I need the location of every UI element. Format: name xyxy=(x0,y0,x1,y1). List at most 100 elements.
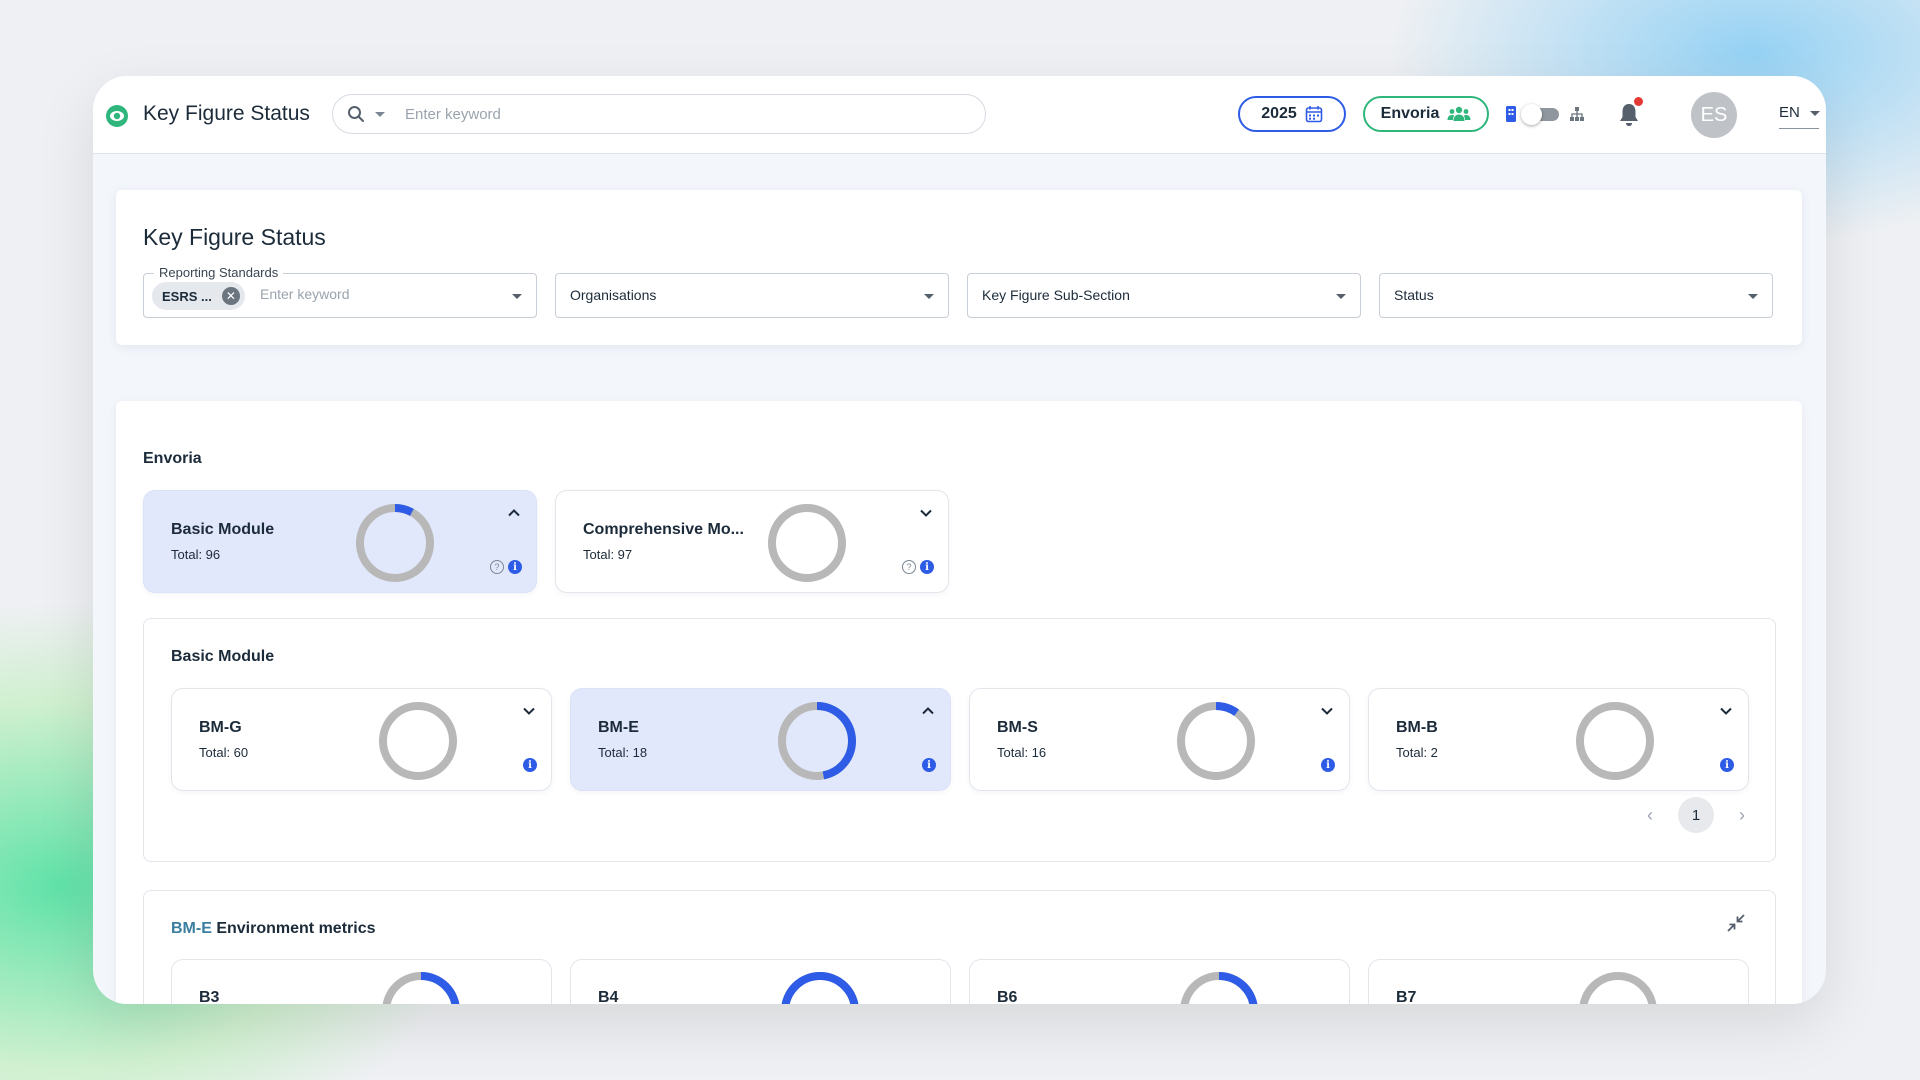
section-name: BM-S xyxy=(997,719,1038,736)
progress-donut xyxy=(356,504,434,582)
status-dropdown[interactable]: Status xyxy=(1379,273,1773,318)
app-window: Key Figure Status 2025 Envoria xyxy=(93,76,1826,1004)
chevron-up-icon[interactable] xyxy=(920,703,936,719)
progress-donut xyxy=(1579,972,1657,1004)
module-card-basic[interactable]: Basic Module Total: 96 ? i xyxy=(143,490,537,593)
section-name: BM-B xyxy=(1396,719,1438,736)
section-total: Total: 18 xyxy=(598,745,648,760)
info-icon[interactable]: i xyxy=(920,560,934,574)
dropdown-caret-icon[interactable] xyxy=(1336,294,1346,299)
chevron-right-icon[interactable]: › xyxy=(1736,806,1748,824)
module-name: Comprehensive Mo... xyxy=(583,521,744,538)
search-icon[interactable] xyxy=(347,105,365,123)
language-selector[interactable]: EN xyxy=(1779,104,1800,121)
info-icon[interactable]: i xyxy=(508,560,522,574)
chevron-left-icon[interactable]: ‹ xyxy=(1644,806,1656,824)
chevron-down-icon[interactable] xyxy=(1718,703,1734,719)
organisations-label: Organisations xyxy=(570,287,657,303)
metrics-panel: BM-E Environment metrics B3 B4 B6 B7 xyxy=(143,890,1776,1004)
metric-name: B3 xyxy=(199,989,220,1004)
section-card-bm-s[interactable]: BM-S Total: 16 i xyxy=(969,688,1350,791)
year-selector[interactable]: 2025 xyxy=(1238,96,1346,132)
metrics-code: BM-E xyxy=(171,920,212,937)
progress-donut xyxy=(768,504,846,582)
info-icon[interactable]: i xyxy=(523,758,537,772)
dropdown-caret-icon[interactable] xyxy=(924,294,934,299)
sections-panel-title: Basic Module xyxy=(171,648,275,665)
section-name: BM-G xyxy=(199,719,242,736)
progress-donut xyxy=(382,972,460,1004)
info-icon[interactable]: i xyxy=(1720,758,1734,772)
status-overview: Envoria Basic Module Total: 96 ? i Compr… xyxy=(116,401,1802,1004)
search-scope-caret-icon[interactable] xyxy=(375,112,385,117)
donut-track xyxy=(379,702,457,780)
users-group-icon xyxy=(1447,106,1471,121)
section-card-bm-e[interactable]: BM-E Total: 18 i xyxy=(570,688,951,791)
metric-card-b6[interactable]: B6 xyxy=(969,959,1350,1004)
global-search[interactable] xyxy=(332,94,986,134)
help-icon[interactable]: ? xyxy=(490,560,504,574)
subsection-label: Key Figure Sub-Section xyxy=(982,287,1130,303)
dropdown-caret-icon[interactable] xyxy=(512,294,522,299)
chevron-up-icon[interactable] xyxy=(506,505,522,521)
module-card-comprehensive[interactable]: Comprehensive Mo... Total: 97 ? i xyxy=(555,490,949,593)
metric-card-b7[interactable]: B7 xyxy=(1368,959,1749,1004)
page-title: Key Figure Status xyxy=(143,224,326,250)
metric-name: B6 xyxy=(997,989,1018,1004)
organisation-label: Envoria xyxy=(1380,105,1440,122)
module-name: Basic Module xyxy=(171,521,275,538)
reporting-standards-input[interactable] xyxy=(260,286,500,302)
metrics-title-text: Environment metrics xyxy=(211,920,376,937)
donut-track xyxy=(1579,972,1657,1004)
app-title: Key Figure Status xyxy=(143,102,310,125)
module-total: Total: 96 xyxy=(171,547,221,562)
filter-panel: Key Figure Status Reporting Standards ES… xyxy=(116,190,1802,345)
hierarchy-icon xyxy=(1570,107,1584,121)
app-logo-icon xyxy=(106,105,128,127)
calendar-icon xyxy=(1305,106,1323,123)
toggle-knob[interactable] xyxy=(1521,104,1542,125)
section-card-bm-b[interactable]: BM-B Total: 2 i xyxy=(1368,688,1749,791)
organisations-dropdown[interactable]: Organisations xyxy=(555,273,949,318)
collapse-icon[interactable] xyxy=(1726,913,1746,933)
donut-track xyxy=(1576,702,1654,780)
building-icon xyxy=(1506,106,1516,122)
reporting-standards-field[interactable]: Reporting Standards ESRS ... ✕ xyxy=(143,265,537,318)
chevron-down-icon[interactable] xyxy=(1319,703,1335,719)
progress-donut xyxy=(781,972,859,1004)
page-number-current[interactable]: 1 xyxy=(1678,797,1714,833)
info-icon[interactable]: i xyxy=(922,758,936,772)
organisation-selector[interactable]: Envoria xyxy=(1363,96,1489,132)
chevron-down-icon[interactable] xyxy=(918,505,934,521)
view-toggle[interactable] xyxy=(1505,104,1584,125)
language-underline xyxy=(1779,128,1819,129)
section-total: Total: 2 xyxy=(1396,745,1438,760)
chevron-down-icon[interactable] xyxy=(521,703,537,719)
reporting-standard-chip[interactable]: ESRS ... ✕ xyxy=(152,282,245,310)
chip-remove-icon[interactable]: ✕ xyxy=(221,287,240,305)
dropdown-caret-icon[interactable] xyxy=(1748,294,1758,299)
year-label: 2025 xyxy=(1261,105,1297,122)
user-avatar[interactable]: ES xyxy=(1691,92,1737,138)
language-caret-icon[interactable] xyxy=(1810,111,1820,116)
info-icon[interactable]: i xyxy=(1321,758,1335,772)
section-total: Total: 60 xyxy=(199,745,249,760)
chip-label: ESRS ... xyxy=(162,288,212,304)
subsection-dropdown[interactable]: Key Figure Sub-Section xyxy=(967,273,1361,318)
notification-badge xyxy=(1634,97,1643,106)
metric-name: B4 xyxy=(598,989,619,1004)
progress-donut xyxy=(778,702,856,780)
help-icon[interactable]: ? xyxy=(902,560,916,574)
metrics-panel-title: BM-E Environment metrics xyxy=(171,920,376,938)
metric-card-b3[interactable]: B3 xyxy=(171,959,552,1004)
progress-donut xyxy=(1180,972,1258,1004)
section-card-bm-g[interactable]: BM-G Total: 60 i xyxy=(171,688,552,791)
section-total: Total: 16 xyxy=(997,745,1047,760)
module-sections-panel: Basic Module BM-G Total: 60 i BM-E Total… xyxy=(143,618,1776,862)
progress-donut xyxy=(379,702,457,780)
organisation-heading: Envoria xyxy=(143,450,202,467)
search-input[interactable] xyxy=(405,104,965,124)
top-bar: Key Figure Status 2025 Envoria xyxy=(93,76,1826,154)
metric-card-b4[interactable]: B4 xyxy=(570,959,951,1004)
donut-track xyxy=(356,504,434,582)
